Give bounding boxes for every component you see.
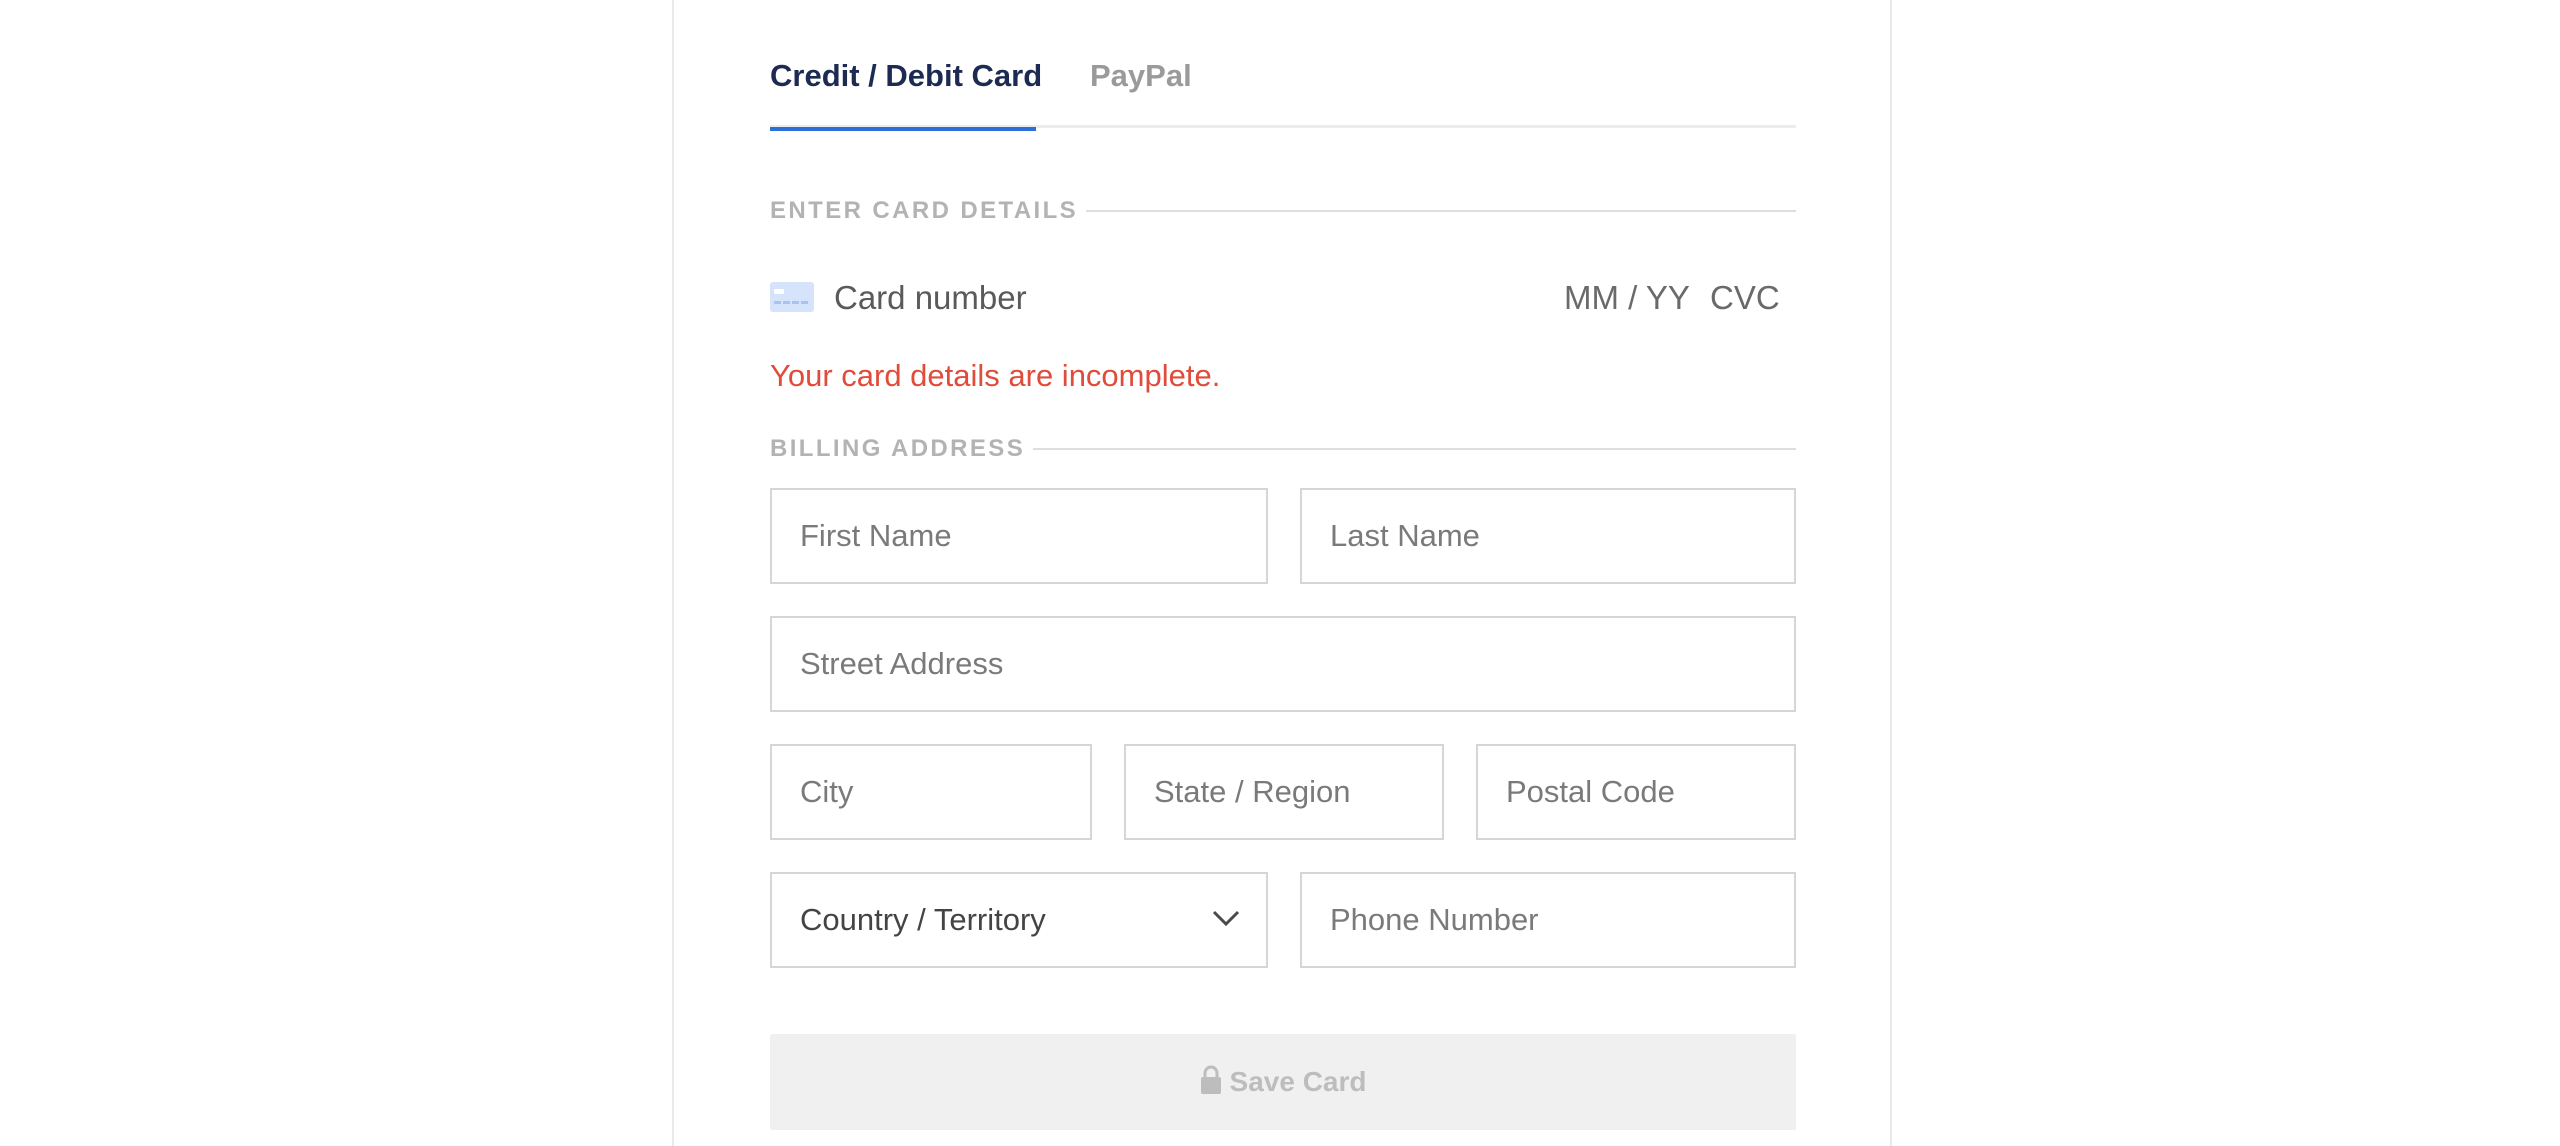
card-details-header: ENTER CARD DETAILS: [770, 196, 1796, 226]
divider: [1033, 448, 1796, 450]
postal-code-field: [1476, 744, 1796, 840]
state-region-field: [1124, 744, 1444, 840]
street-address-input[interactable]: [772, 618, 1794, 710]
card-input-row[interactable]: Card number MM / YY CVC: [770, 276, 1796, 320]
first-name-field: [770, 488, 1268, 584]
credit-card-icon: [770, 282, 814, 312]
first-name-input[interactable]: [772, 490, 1266, 582]
billing-address-label: BILLING ADDRESS: [770, 435, 1026, 462]
tab-credit-debit-card[interactable]: Credit / Debit Card: [770, 54, 1042, 131]
divider: [1086, 210, 1796, 212]
last-name-input[interactable]: [1302, 490, 1794, 582]
card-number-input[interactable]: Card number: [834, 276, 1027, 320]
card-expiry-input[interactable]: MM / YY: [1564, 276, 1690, 320]
card-error-message: Your card details are incomplete.: [770, 358, 1221, 393]
country-territory-label: Country / Territory: [800, 902, 1046, 937]
state-region-input[interactable]: [1126, 746, 1442, 838]
postal-code-input[interactable]: [1478, 746, 1794, 838]
card-details-label: ENTER CARD DETAILS: [770, 197, 1079, 224]
street-address-field: [770, 616, 1796, 712]
payment-method-tabs: Credit / Debit Card PayPal: [770, 54, 1796, 131]
city-input[interactable]: [772, 746, 1090, 838]
country-territory-select[interactable]: Country / Territory: [770, 872, 1268, 968]
card-cvc-input[interactable]: CVC: [1710, 276, 1780, 320]
city-field: [770, 744, 1092, 840]
save-card-button[interactable]: Save Card: [770, 1034, 1796, 1130]
chevron-down-icon: [1212, 910, 1240, 927]
phone-number-field: [1300, 872, 1796, 968]
save-card-label: Save Card: [1229, 1066, 1367, 1097]
lock-icon: [1200, 1065, 1221, 1094]
tab-paypal[interactable]: PayPal: [1090, 54, 1192, 128]
phone-number-input[interactable]: [1302, 874, 1794, 966]
last-name-field: [1300, 488, 1796, 584]
billing-address-header: BILLING ADDRESS: [770, 434, 1796, 464]
payment-panel: Credit / Debit Card PayPal ENTER CARD DE…: [672, 0, 1892, 1146]
